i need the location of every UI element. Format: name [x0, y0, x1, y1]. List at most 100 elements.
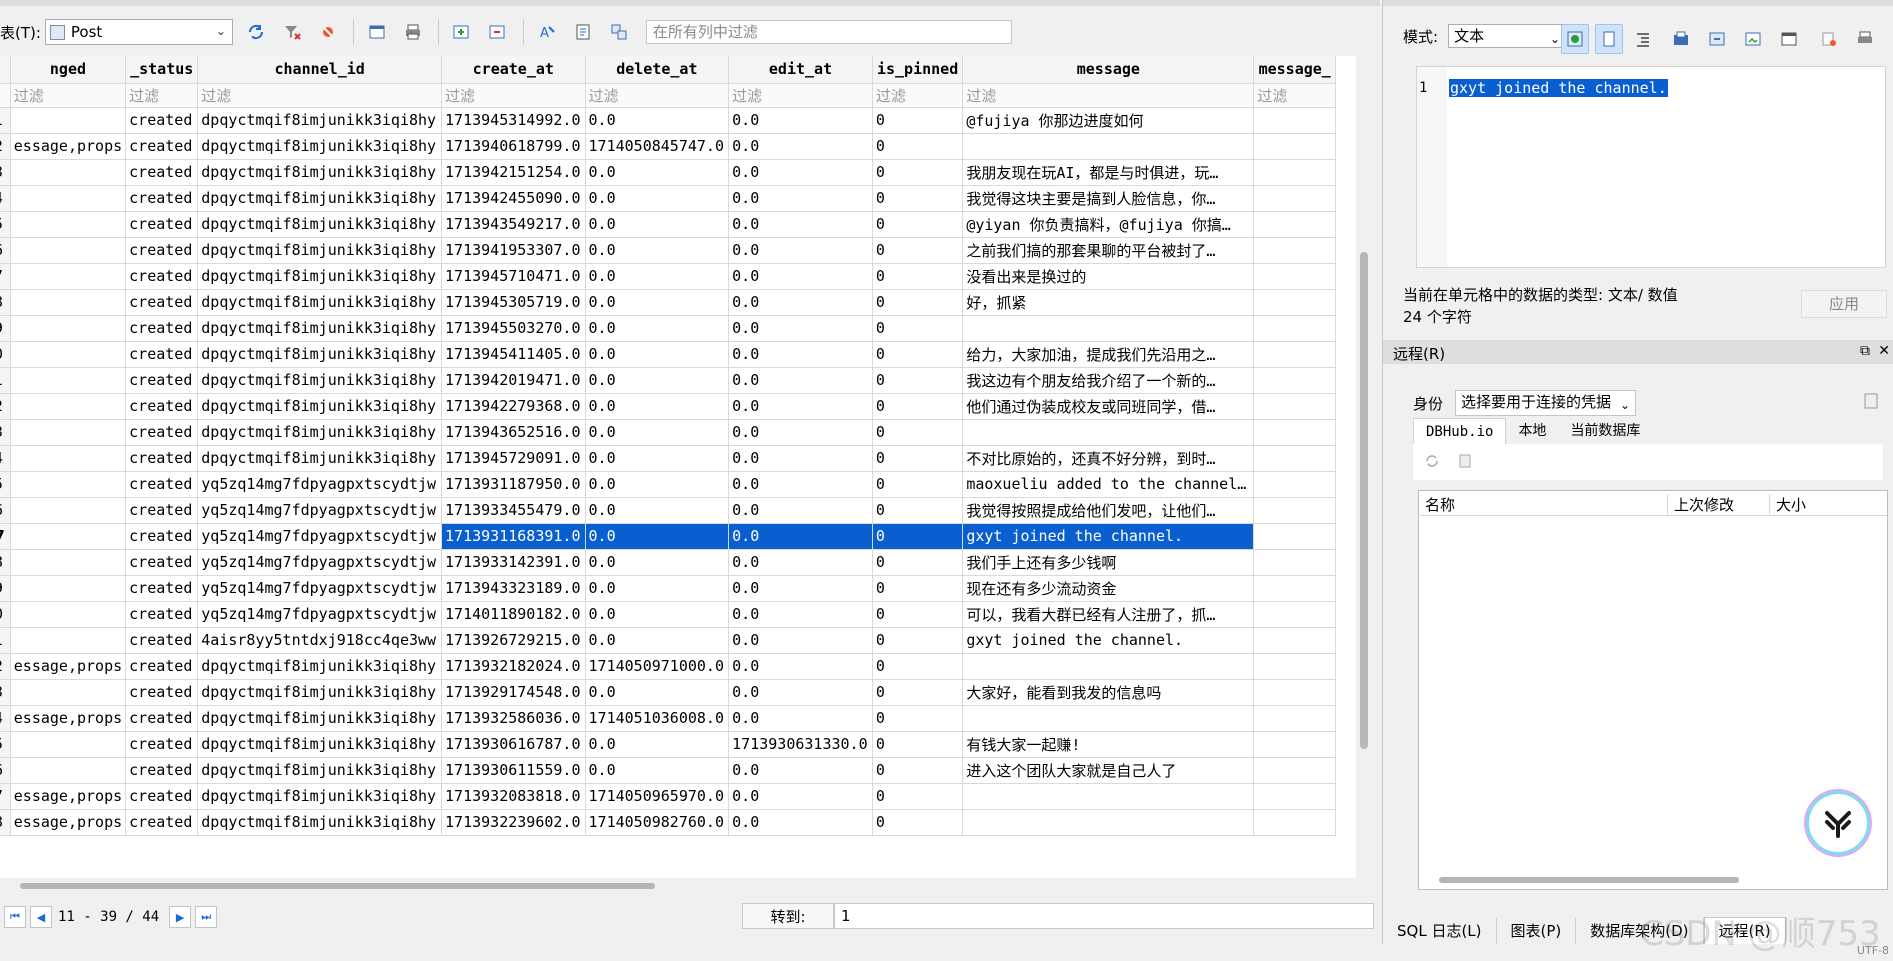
delete-at-cell[interactable]: 0.0 [585, 549, 730, 576]
data-grid[interactable]: nged _status channel_id create_at delete_at e… [0, 56, 1357, 878]
row-number[interactable]: 27 [0, 523, 11, 550]
remote-refresh-button[interactable] [1423, 452, 1441, 474]
delete-at-cell[interactable]: 0.0 [585, 523, 730, 550]
status-cell[interactable]: created [125, 757, 199, 784]
is-pinned-cell[interactable]: 0 [872, 575, 964, 602]
table-row[interactable]: 15 createddpqyctmqif8imjunikk3iqi8hy17139… [0, 211, 1336, 238]
column-header[interactable]: delete_at [585, 56, 730, 84]
edit-at-cell[interactable]: 0.0 [728, 107, 873, 134]
message-cell[interactable]: 现在还有多少流动资金 [962, 575, 1255, 602]
message-cell[interactable]: 没看出来是换过的 [962, 263, 1255, 290]
clear-sort-button[interactable] [315, 19, 341, 45]
channel-id-cell[interactable]: yq5zq14mg7fdpyagpxtscydtjw [197, 601, 443, 628]
message-cell[interactable]: 他们通过伪装成校友或同班同学，借… [962, 393, 1255, 420]
edit-at-cell[interactable]: 0.0 [728, 471, 873, 498]
file-list-scrollbar[interactable] [1439, 877, 1739, 883]
message-extra-cell[interactable] [1253, 263, 1336, 290]
create-at-cell[interactable]: 1713945305719.0 [441, 289, 586, 316]
edit-at-cell[interactable]: 1713930631330.0 [728, 731, 873, 758]
create-at-cell[interactable]: 1713933455479.0 [441, 497, 586, 524]
row-number[interactable]: 33 [0, 679, 11, 706]
print-cell-button[interactable] [1851, 24, 1879, 54]
create-at-cell[interactable]: 1713932182024.0 [441, 653, 586, 680]
column-filter-input[interactable]: 过滤 [728, 83, 873, 108]
save-table-button[interactable] [364, 19, 390, 45]
channel-id-cell[interactable]: dpqyctmqif8imjunikk3iqi8hy [197, 731, 443, 758]
changed-cell[interactable]: essage,props [10, 653, 127, 680]
is-pinned-cell[interactable]: 0 [872, 367, 964, 394]
edit-at-cell[interactable]: 0.0 [728, 133, 873, 160]
table-row[interactable]: 36 createddpqyctmqif8imjunikk3iqi8hy17139… [0, 757, 1336, 784]
message-cell[interactable]: 之前我们搞的那套果聊的平台被封了… [962, 237, 1255, 264]
create-at-cell[interactable]: 1713931187950.0 [441, 471, 586, 498]
is-pinned-cell[interactable]: 0 [872, 783, 964, 810]
delete-at-cell[interactable]: 0.0 [585, 367, 730, 394]
row-number[interactable]: 25 [0, 471, 11, 498]
tab-plot[interactable]: 图表(P) [1497, 918, 1577, 944]
edit-at-cell[interactable]: 0.0 [728, 549, 873, 576]
table-row[interactable]: 13 createddpqyctmqif8imjunikk3iqi8hy17139… [0, 159, 1336, 186]
message-cell[interactable] [962, 783, 1255, 810]
channel-id-cell[interactable]: dpqyctmqif8imjunikk3iqi8hy [197, 393, 443, 420]
is-pinned-cell[interactable]: 0 [872, 393, 964, 420]
status-cell[interactable]: created [125, 419, 199, 446]
column-filter-input[interactable]: 过滤 [441, 83, 586, 108]
col-last-modified[interactable]: 上次修改 [1667, 494, 1734, 515]
changed-cell[interactable] [10, 471, 127, 498]
delete-at-cell[interactable]: 0.0 [585, 627, 730, 654]
edit-at-cell[interactable]: 0.0 [728, 393, 873, 420]
status-cell[interactable]: created [125, 575, 199, 602]
changed-cell[interactable] [10, 523, 127, 550]
table-row[interactable]: 35createddpqyctmqif8imjunikk3iqi8hy17139… [0, 731, 1336, 758]
channel-id-cell[interactable]: dpqyctmqif8imjunikk3iqi8hy [197, 211, 443, 238]
import-button[interactable] [1667, 24, 1695, 54]
status-cell[interactable]: created [125, 159, 199, 186]
changed-cell[interactable] [10, 601, 127, 628]
is-pinned-cell[interactable]: 0 [872, 263, 964, 290]
row-number[interactable]: 22 [0, 393, 11, 420]
tab-dbhub[interactable]: DBHub.io [1413, 418, 1507, 445]
set-encoding-button[interactable] [570, 19, 596, 45]
message-cell[interactable]: 不对比原始的，还真不好分辨，到时… [962, 445, 1255, 472]
identity-settings-button[interactable] [1862, 392, 1880, 414]
edit-at-cell[interactable]: 0.0 [728, 653, 873, 680]
column-header[interactable]: edit_at [728, 56, 873, 84]
row-number[interactable]: 12 [0, 133, 11, 160]
channel-id-cell[interactable]: dpqyctmqif8imjunikk3iqi8hy [197, 185, 443, 212]
changed-cell[interactable] [10, 757, 127, 784]
edit-at-cell[interactable]: 0.0 [728, 627, 873, 654]
changed-cell[interactable]: essage,props [10, 809, 127, 836]
status-cell[interactable]: created [125, 315, 199, 342]
changed-cell[interactable] [10, 289, 127, 316]
delete-at-cell[interactable]: 1714050965970.0 [585, 783, 730, 810]
column-filter-input[interactable]: 过滤 [197, 83, 443, 108]
row-number[interactable]: 31 [0, 627, 11, 654]
edit-at-cell[interactable]: 0.0 [728, 783, 873, 810]
channel-id-cell[interactable]: dpqyctmqif8imjunikk3iqi8hy [197, 133, 443, 160]
table-row[interactable]: 27 createdyq5zq14mg7fdpyagpxtscydtjw17139… [0, 523, 1336, 550]
delete-at-cell[interactable]: 0.0 [585, 315, 730, 342]
channel-id-cell[interactable]: dpqyctmqif8imjunikk3iqi8hy [197, 315, 443, 342]
table-row[interactable]: 23 createddpqyctmqif8imjunikk3iqi8hy17139… [0, 419, 1336, 446]
delete-at-cell[interactable]: 0.0 [585, 185, 730, 212]
message-cell[interactable]: 大家好，能看到我发的信息吗 [962, 679, 1255, 706]
delete-at-cell[interactable]: 1714050982760.0 [585, 809, 730, 836]
message-extra-cell[interactable] [1253, 107, 1336, 134]
changed-cell[interactable] [10, 237, 127, 264]
is-pinned-cell[interactable]: 0 [872, 289, 964, 316]
delete-at-cell[interactable]: 0.0 [585, 757, 730, 784]
grid-horizontal-scrollbar[interactable] [0, 880, 1372, 892]
delete-at-cell[interactable]: 0.0 [585, 575, 730, 602]
last-page-button[interactable]: ⏭ [195, 906, 218, 928]
edit-at-cell[interactable]: 0.0 [728, 523, 873, 550]
channel-id-cell[interactable]: dpqyctmqif8imjunikk3iqi8hy [197, 653, 443, 680]
is-pinned-cell[interactable]: 0 [872, 185, 964, 212]
channel-id-cell[interactable]: dpqyctmqif8imjunikk3iqi8hy [197, 445, 443, 472]
is-pinned-cell[interactable]: 0 [872, 601, 964, 628]
message-cell[interactable]: 我朋友现在玩AI，都是与时俱进，玩… [962, 159, 1255, 186]
changed-cell[interactable]: essage,props [10, 705, 127, 732]
column-header[interactable]: create_at [441, 56, 586, 84]
is-pinned-cell[interactable]: 0 [872, 419, 964, 446]
auto-switch-mode-button[interactable] [1561, 24, 1589, 54]
create-at-cell[interactable]: 1713943549217.0 [441, 211, 586, 238]
